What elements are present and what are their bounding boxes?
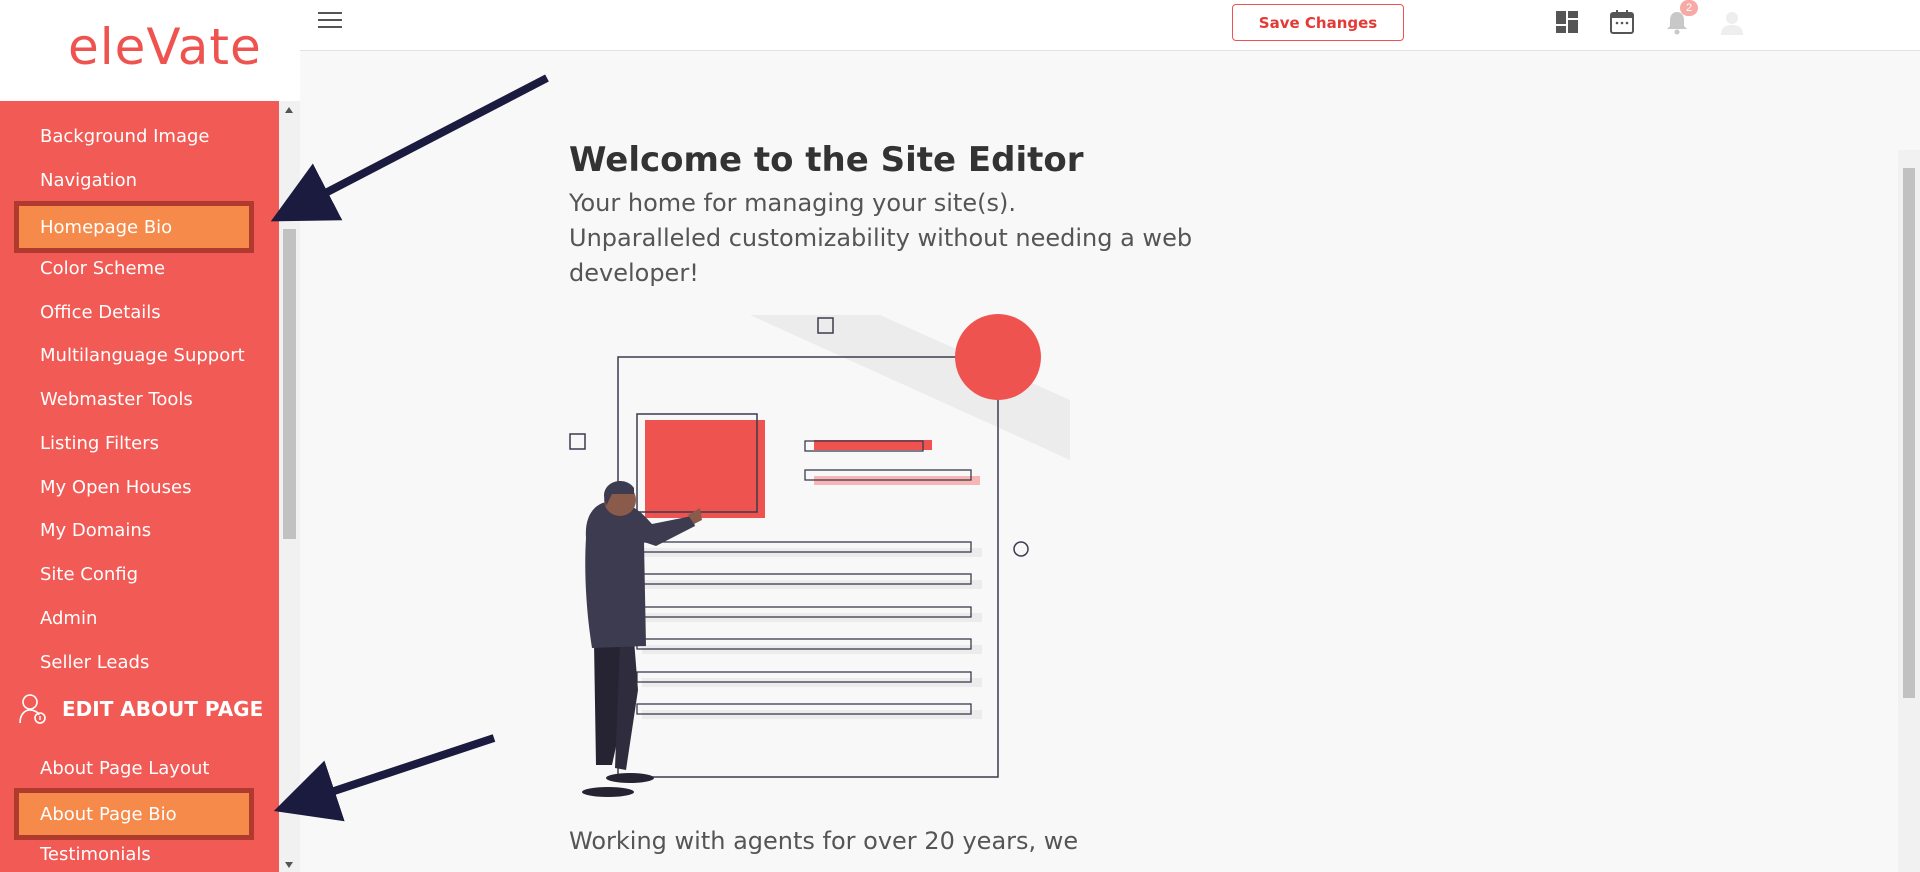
page-title: Welcome to the Site Editor (569, 140, 1084, 180)
page-subtitle: Your home for managing your site(s). Unp… (569, 186, 1209, 291)
dashboard-icon[interactable] (1553, 8, 1581, 36)
subtitle-line: developer! (569, 259, 699, 287)
subtitle-line: Unparalleled customizability without nee… (569, 224, 1193, 252)
sidebar-item-color-scheme[interactable]: Color Scheme (40, 258, 165, 279)
section-heading-label: EDIT ABOUT PAGE (62, 697, 264, 721)
notification-badge: 2 (1680, 0, 1698, 16)
logo[interactable]: eleVate (68, 18, 262, 76)
sidebar-item-my-open-houses[interactable]: My Open Houses (40, 477, 192, 498)
scroll-up-icon[interactable] (285, 107, 293, 113)
user-icon (19, 694, 46, 724)
save-changes-button[interactable]: Save Changes (1232, 4, 1404, 41)
top-bar: Save Changes 2 (300, 0, 1920, 51)
sidebar-scrollbar[interactable] (279, 101, 300, 872)
sidebar-item-seller-leads[interactable]: Seller Leads (40, 652, 149, 673)
sidebar-item-homepage-bio[interactable]: Homepage Bio (14, 201, 254, 253)
avatar-icon[interactable] (1718, 8, 1746, 36)
scroll-thumb[interactable] (283, 229, 296, 539)
sidebar-item-site-config[interactable]: Site Config (40, 564, 138, 585)
sidebar-item-navigation[interactable]: Navigation (40, 170, 137, 191)
sidebar-item-my-domains[interactable]: My Domains (40, 520, 151, 541)
sidebar: eleVate Background Image Navigation Home… (0, 0, 300, 872)
sidebar-menu: Background Image Navigation Homepage Bio… (0, 101, 279, 872)
sidebar-item-webmaster-tools[interactable]: Webmaster Tools (40, 389, 193, 410)
site-editor-illustration (569, 314, 1070, 797)
sidebar-item-admin[interactable]: Admin (40, 608, 97, 629)
sidebar-item-listing-filters[interactable]: Listing Filters (40, 433, 159, 454)
calendar-icon[interactable] (1608, 8, 1636, 36)
content-scroll-thumb[interactable] (1903, 168, 1915, 698)
subtitle-line: Your home for managing your site(s). (569, 189, 1016, 217)
intro-paragraph: Working with agents for over 20 years, w… (569, 827, 1079, 855)
logo-area: eleVate (0, 0, 300, 101)
arrow-to-about-page-bio (273, 734, 496, 822)
menu-icon[interactable] (318, 12, 342, 30)
scroll-down-icon[interactable] (285, 862, 293, 868)
arrow-to-homepage-bio (270, 74, 549, 222)
sidebar-item-about-page-bio[interactable]: About Page Bio (14, 788, 254, 840)
sidebar-item-background-image[interactable]: Background Image (40, 126, 209, 147)
sidebar-item-office-details[interactable]: Office Details (40, 302, 161, 323)
sidebar-item-multilanguage-support[interactable]: Multilanguage Support (40, 345, 245, 366)
section-heading-about: EDIT ABOUT PAGE (18, 693, 263, 725)
sidebar-item-about-page-layout[interactable]: About Page Layout (40, 758, 209, 779)
content-scrollbar[interactable] (1898, 150, 1920, 872)
sidebar-item-testimonials[interactable]: Testimonials (40, 844, 151, 865)
